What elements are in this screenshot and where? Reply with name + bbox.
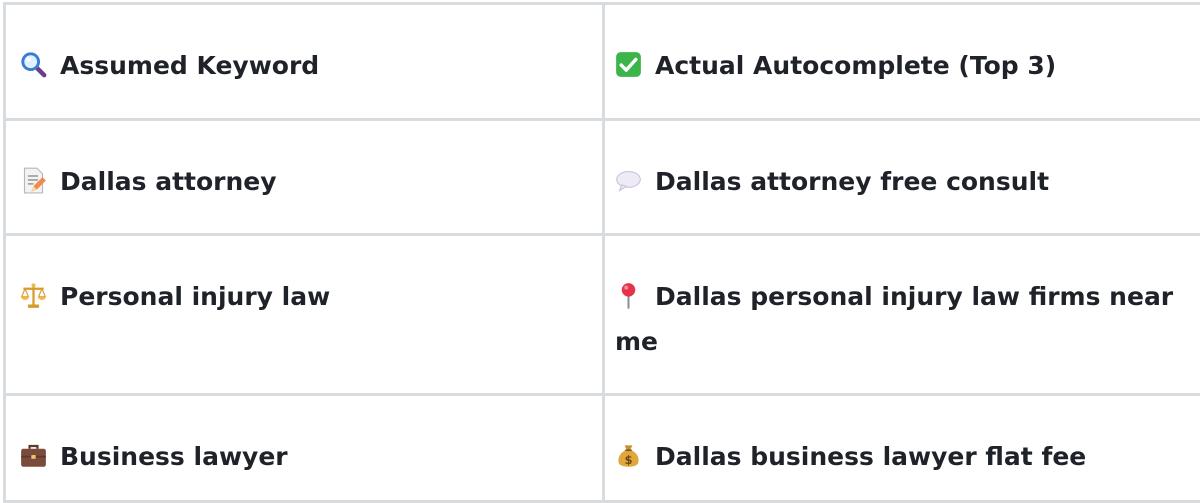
assumed-keyword-label: Business lawyer — [60, 442, 288, 471]
assumed-keyword-label: Dallas attorney — [60, 167, 277, 196]
autocomplete-label: Dallas business lawyer flat fee — [655, 442, 1086, 471]
check-mark-icon — [615, 51, 642, 78]
header-cell-actual-autocomplete: Actual Autocomplete (Top 3) — [604, 4, 1200, 120]
magnifying-glass-icon — [20, 51, 47, 78]
balance-scale-icon — [20, 282, 47, 309]
assumed-keyword-cell: Business lawyer — [5, 395, 604, 502]
table-row: Dallas attorney Dallas attorney free con… — [5, 120, 1200, 235]
header-label-assumed-keyword: Assumed Keyword — [60, 51, 319, 80]
table-row: Business lawyer $ Dallas business lawyer… — [5, 395, 1200, 502]
assumed-keyword-cell: Dallas attorney — [5, 120, 604, 235]
money-bag-icon: $ — [615, 442, 642, 469]
memo-pencil-icon — [20, 167, 47, 194]
header-label-actual-autocomplete: Actual Autocomplete (Top 3) — [655, 51, 1056, 80]
autocomplete-cell: Dallas attorney free consult — [604, 120, 1200, 235]
assumed-keyword-cell: Personal injury law — [5, 235, 604, 395]
header-cell-assumed-keyword: Assumed Keyword — [5, 4, 604, 120]
autocomplete-cell: $ Dallas business lawyer flat fee — [604, 395, 1200, 502]
autocomplete-label: Dallas personal injury law firms near me — [615, 282, 1173, 356]
autocomplete-label: Dallas attorney free consult — [655, 167, 1049, 196]
pushpin-icon — [615, 282, 642, 309]
table-header-row: Assumed Keyword Actual Autocomplete (Top… — [5, 4, 1200, 120]
speech-bubble-icon — [615, 167, 642, 194]
autocomplete-cell: Dallas personal injury law firms near me — [604, 235, 1200, 395]
briefcase-icon — [20, 442, 47, 469]
table-row: Personal injury law Dallas personal inju… — [5, 235, 1200, 395]
assumed-keyword-label: Personal injury law — [60, 282, 330, 311]
keyword-comparison-table: Assumed Keyword Actual Autocomplete (Top… — [3, 2, 1200, 503]
svg-text:$: $ — [625, 454, 633, 467]
